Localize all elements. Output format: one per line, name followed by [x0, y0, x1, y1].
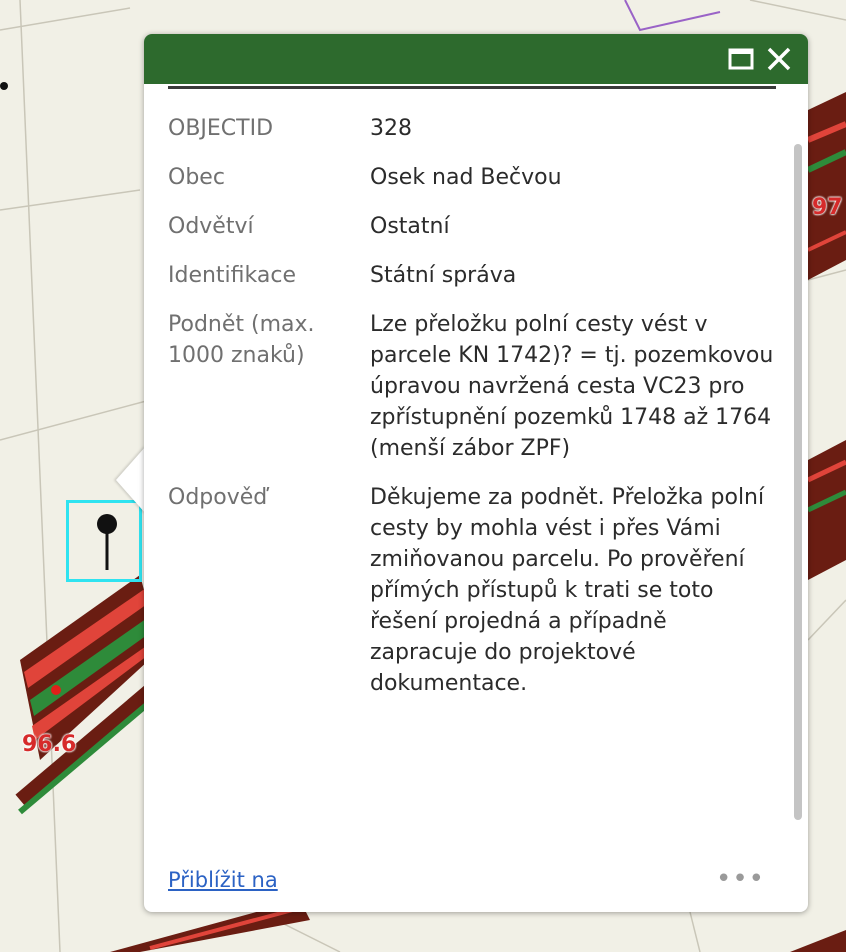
attribute-row: Obec Osek nad Bečvou: [168, 162, 776, 211]
attribute-key: Podnět (max. 1000 znaků): [168, 312, 315, 368]
attribute-key: Odpověď: [168, 485, 268, 510]
attribute-key: Odvětví: [168, 214, 254, 239]
attribute-key: Identifikace: [168, 263, 296, 288]
popup-footer: Přiblížit na •••: [168, 864, 768, 900]
popup-divider: [168, 86, 776, 89]
popup-content[interactable]: OBJECTID 328 Obec Osek nad Bečvou Odvětv…: [168, 84, 776, 860]
station-measure-label: 96.6: [22, 732, 77, 757]
attribute-value: Ostatní: [370, 214, 450, 239]
attribute-row: Identifikace Státní správa: [168, 260, 776, 309]
more-options-icon[interactable]: •••: [716, 864, 765, 894]
parcel-outline-purple: [624, 0, 721, 32]
railway-corridor-right: [806, 92, 846, 580]
attribute-value: Lze přeložku polní cesty vést v parcele …: [370, 312, 774, 461]
attribute-key: Obec: [168, 165, 225, 190]
map-pin-icon[interactable]: [92, 512, 122, 572]
attribute-row: OBJECTID 328: [168, 113, 776, 162]
maximize-icon[interactable]: [726, 44, 756, 74]
attribute-value: 328: [370, 116, 412, 141]
popup-pointer: [116, 446, 146, 514]
attribute-value: Osek nad Bečvou: [370, 165, 562, 190]
attribute-row: Podnět (max. 1000 znaků) Lze přeložku po…: [168, 309, 776, 482]
feature-popup: OBJECTID 328 Obec Osek nad Bečvou Odvětv…: [144, 34, 808, 912]
scrollbar-thumb[interactable]: [794, 144, 802, 820]
close-icon[interactable]: [764, 44, 794, 74]
attribute-value: Děkujeme za podnět. Přeložka polní cesty…: [370, 485, 765, 696]
attribute-table: OBJECTID 328 Obec Osek nad Bečvou Odvětv…: [168, 113, 776, 717]
popup-header: [144, 34, 808, 84]
map-dot: [0, 82, 8, 90]
attribute-row: Odpověď Děkujeme za podnět. Přeložka pol…: [168, 482, 776, 717]
attribute-value: Státní správa: [370, 263, 517, 288]
attribute-key: OBJECTID: [168, 116, 274, 141]
railway-corridor-left: [15, 575, 160, 815]
attribute-row: Odvětví Ostatní: [168, 211, 776, 260]
station-measure-label-right: 97: [812, 195, 843, 220]
zoom-to-link[interactable]: Přiblížit na: [168, 868, 278, 892]
